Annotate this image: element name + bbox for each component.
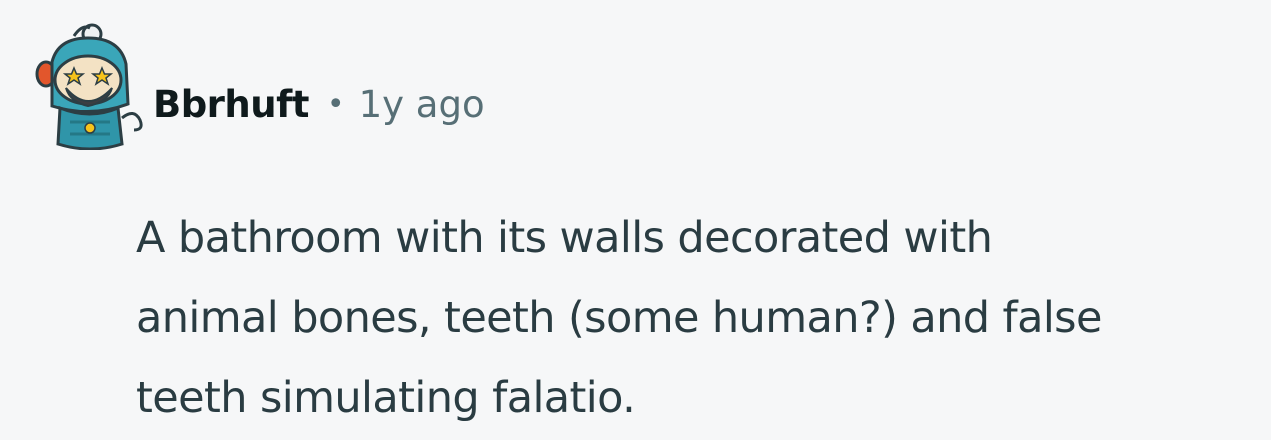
- comment-timestamp[interactable]: 1y ago: [359, 83, 485, 126]
- comment: Bbrhuft • 1y ago A bathroom with its wal…: [0, 0, 1271, 440]
- comment-text-line: teeth simulating falatio.: [136, 373, 636, 423]
- author-username[interactable]: Bbrhuft: [153, 83, 309, 126]
- meta-separator: •: [326, 86, 345, 122]
- comment-meta: Bbrhuft • 1y ago: [153, 74, 485, 134]
- comment-body: A bathroom with its walls decorated with…: [136, 198, 1261, 438]
- snoo-astronaut-avatar-icon[interactable]: [30, 22, 148, 150]
- comment-text-line: A bathroom with its walls decorated with: [136, 213, 993, 263]
- comment-text-line: animal bones, teeth (some human?) and fa…: [136, 293, 1102, 343]
